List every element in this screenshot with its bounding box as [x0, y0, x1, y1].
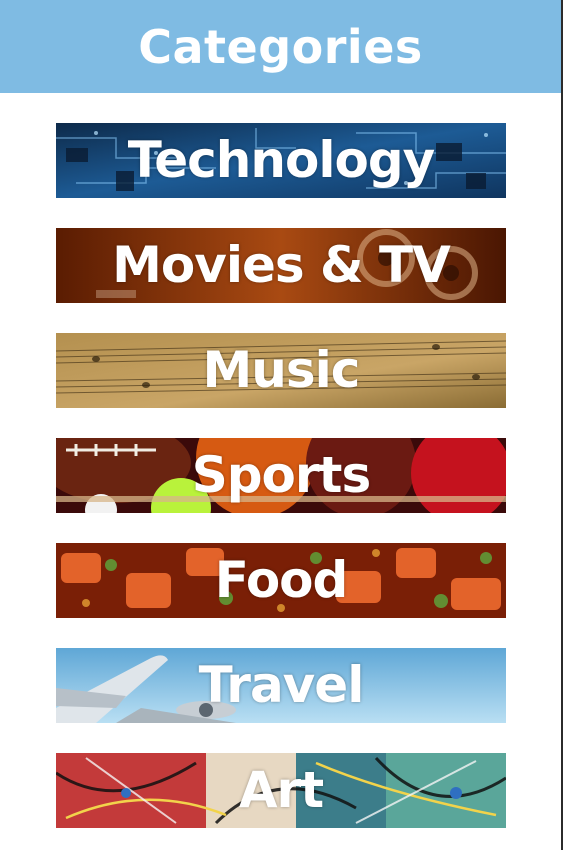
category-technology-button[interactable]: Technology — [56, 123, 506, 198]
category-music-button[interactable]: Music — [56, 333, 506, 408]
category-label: Technology — [127, 131, 435, 189]
category-label: Food — [214, 551, 349, 609]
page-title: Categories — [138, 19, 423, 74]
category-label: Music — [202, 341, 361, 399]
category-label: Art — [238, 761, 324, 819]
category-travel-button[interactable]: Travel — [56, 648, 506, 723]
category-food-button[interactable]: Food — [56, 543, 506, 618]
category-movies-tv-button[interactable]: Movies & TV — [56, 228, 506, 303]
category-label: Travel — [198, 656, 365, 714]
category-label: Movies & TV — [112, 236, 451, 294]
category-art-button[interactable]: Art — [56, 753, 506, 828]
category-label: Sports — [191, 446, 371, 504]
header-bar: Categories — [0, 0, 561, 93]
category-sports-button[interactable]: Sports — [56, 438, 506, 513]
categories-screen: Categories Technology Movies & TV Music … — [0, 0, 563, 850]
